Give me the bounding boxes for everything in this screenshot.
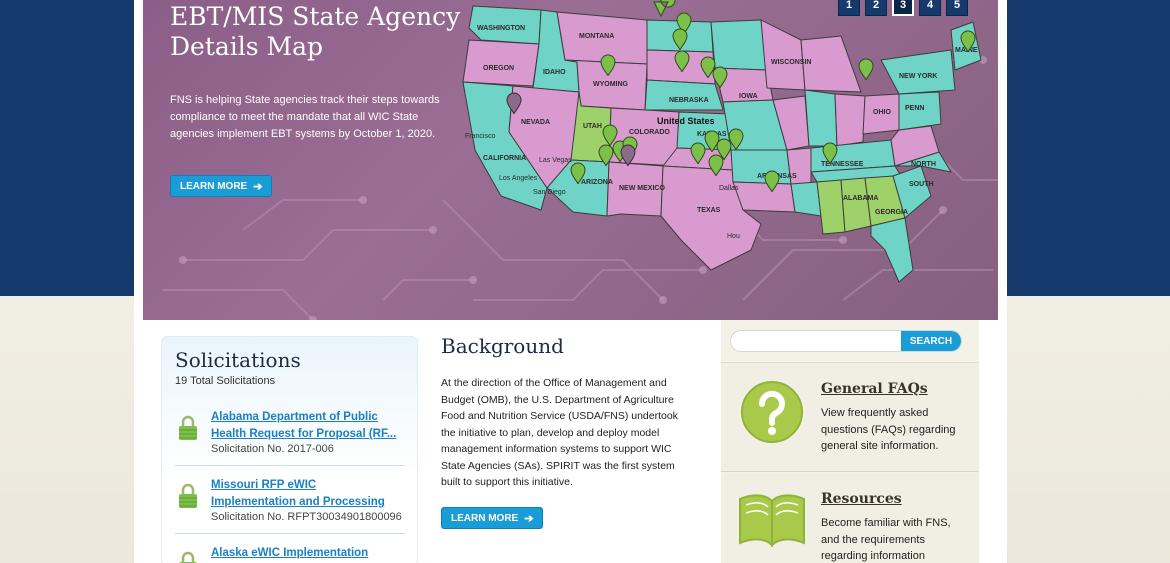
map-label-los-angeles: Los Angeles [499,175,538,182]
solicitations-heading: Solicitations [175,348,301,372]
map-pin-icon[interactable] [653,0,676,18]
general-faqs-box[interactable]: General FAQs View frequently asked quest… [721,362,979,472]
learn-more-label: LEARN MORE [180,180,248,192]
map-label-san-diego: San Diego [533,189,566,196]
map-label-alabama: ALABAMA [843,195,878,202]
background-text: At the direction of the Office of Manage… [441,377,678,488]
arrow-right-icon: ➔ [524,512,534,525]
divider [175,533,405,534]
general-faqs-description: View frequently asked questions (FAQs) r… [821,407,956,452]
map-label-new-mexico: NEW MEXICO [619,185,665,192]
question-icon [741,381,803,443]
background-learn-more-button[interactable]: LEARN MORE ➔ [441,507,544,529]
map-label-francisco: Francisco [465,133,495,140]
map-label-north: NORTH [911,161,936,168]
search-bar: SEARCH [730,330,962,352]
map-label-dallas: Dallas [719,185,739,192]
search-button[interactable]: SEARCH [901,331,961,351]
learn-more-label: LEARN MORE [451,512,519,524]
map-label-las-vegas: Las Vegas [539,157,572,164]
map-label-new-york: NEW YORK [899,73,937,80]
map-label-arizona: ARIZONA [581,179,613,186]
pager-button-2[interactable]: 2 [865,0,887,16]
map-label-oregon: OREGON [483,65,514,72]
map-label-california: CALIFORNIA [483,155,526,162]
background-heading: Background [441,334,564,358]
map-label-united-states: United States [657,116,715,126]
lock-icon [179,415,197,440]
map-label-penn: PENN [905,105,924,112]
map-label-ohio: OHIO [873,109,891,116]
solicitation-number: Solicitation No. RFPT30034901800096 [211,511,402,523]
map-label-wyoming: WYOMING [593,81,629,88]
map-label-georgia: GEORGIA [875,209,908,216]
lock-icon [179,551,197,563]
map-label-texas: TEXAS [697,207,721,214]
us-state-map[interactable]: WASHINGTON MONTANA OREGON IDAHO WYOMING … [461,0,998,300]
resources-title[interactable]: Resources [821,491,902,507]
map-label-idaho: IDAHO [543,69,566,76]
lock-icon [179,483,197,508]
hero-title: EBT/MIS State Agency Details Map [170,2,461,61]
map-label-utah: UTAH [583,123,602,130]
map-label-nevada: NEVADA [521,119,550,126]
hero-description: FNS is helping State agencies track thei… [170,94,440,140]
right-sidebar: SEARCH General FAQs View frequently aske… [721,320,979,563]
hero-learn-more-button[interactable]: LEARN MORE ➔ [170,175,273,197]
solicitation-item: Missouri RFP eWIC Implementation and Pro… [175,477,405,527]
pager-button-1[interactable]: 1 [838,0,860,16]
resources-description: Become familiar with FNS, and the requir… [821,517,951,562]
solicitation-link[interactable]: Alabama Department of Public Health Requ… [211,409,401,443]
hero-banner: EBT/MIS State Agency Details Map FNS is … [143,0,998,320]
solicitations-total: 19 Total Solicitations [175,375,276,387]
general-faqs-title[interactable]: General FAQs [821,381,928,397]
map-label-wisconsin: WISCONSIN [771,59,811,66]
map-pin-icon[interactable] [858,58,874,81]
solicitation-item: Alabama Department of Public Health Requ… [175,409,405,459]
slide-pager: 1 2 3 4 5 [838,0,968,16]
pager-button-4[interactable]: 4 [919,0,941,16]
pager-button-3[interactable]: 3 [892,0,914,16]
resources-box[interactable]: Resources Become familiar with FNS, and … [721,473,979,563]
map-label-colorado: COLORADO [629,129,670,136]
map-label-nebraska: NEBRASKA [669,97,709,104]
solicitation-item: Alaska eWIC Implementation Project [175,545,405,563]
divider [175,465,405,466]
pager-button-5[interactable]: 5 [946,0,968,16]
map-label-tennessee: TENNESSEE [821,161,864,168]
book-icon [739,494,805,547]
map-label-south: SOUTH [909,181,934,188]
map-label-washington: WASHINGTON [477,25,525,32]
solicitation-number: Solicitation No. 2017-006 [211,443,334,455]
search-input[interactable] [731,331,903,351]
map-label-iowa: IOWA [739,93,758,100]
solicitation-link[interactable]: Missouri RFP eWIC Implementation and Pro… [211,477,401,511]
solicitations-panel: Solicitations 19 Total Solicitations Ala… [161,336,418,563]
map-label-houston: Hou [727,233,740,240]
map-label-montana: MONTANA [579,33,614,40]
solicitation-link[interactable]: Alaska eWIC Implementation Project [211,545,401,563]
arrow-right-icon: ➔ [253,180,263,193]
